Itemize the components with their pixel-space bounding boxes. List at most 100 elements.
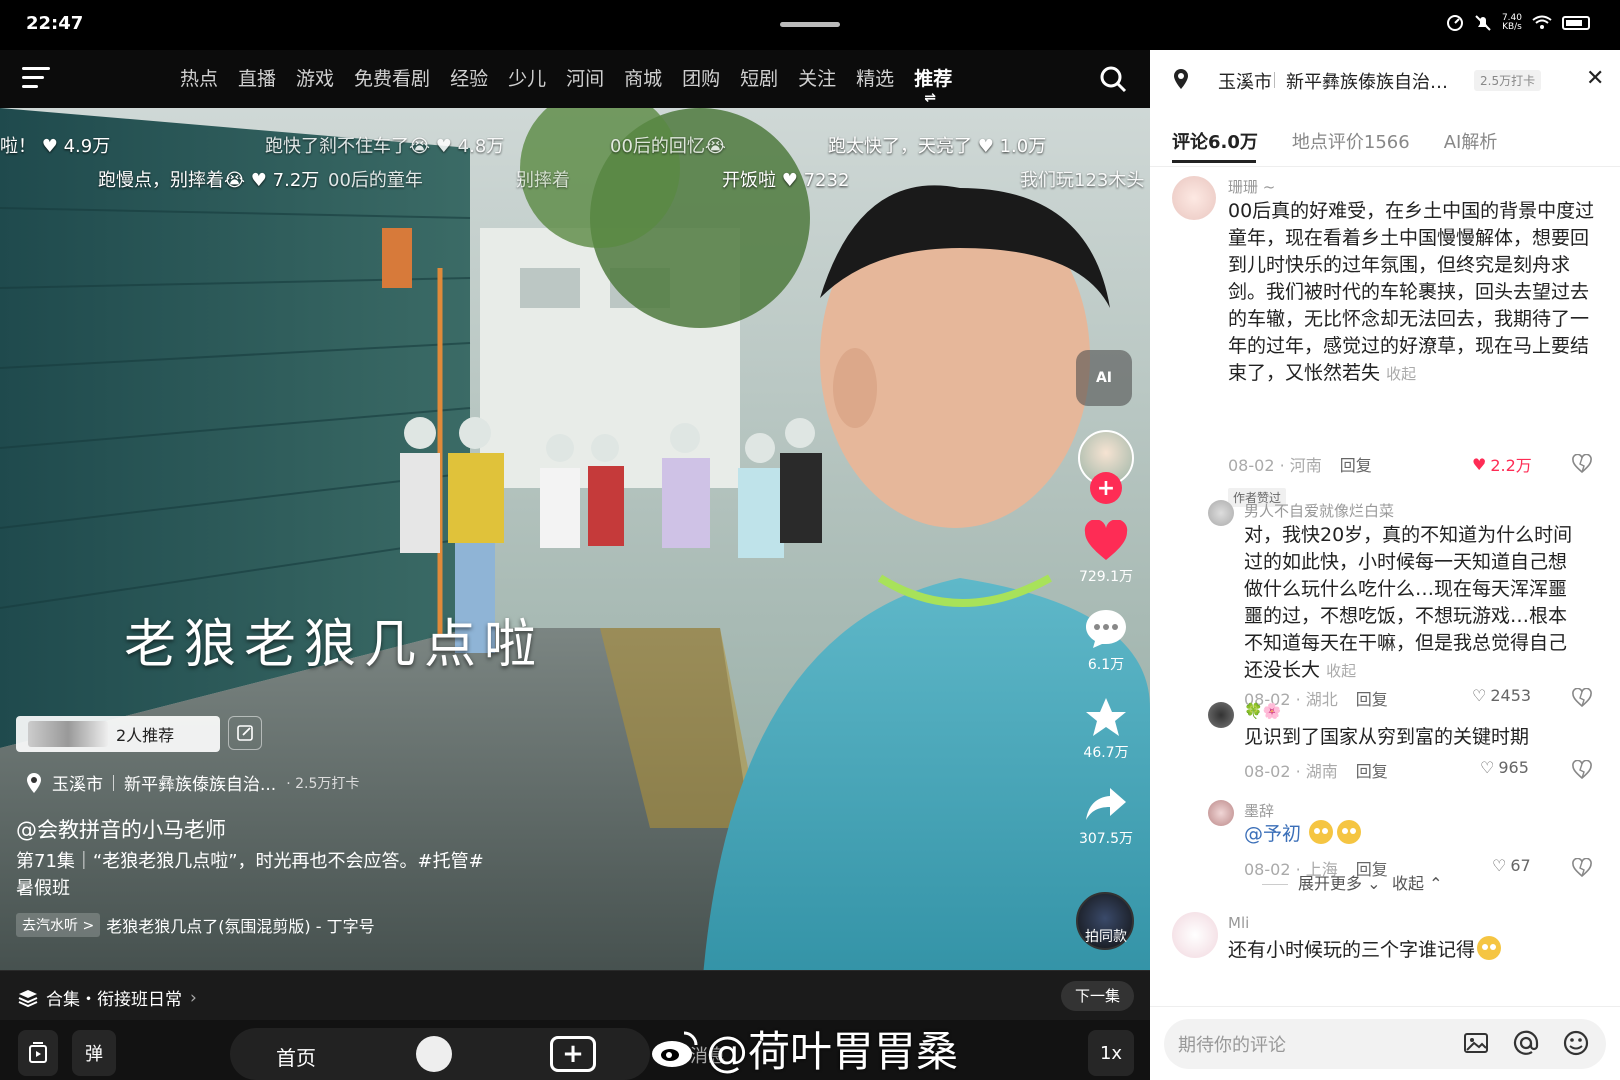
menu-icon[interactable] [22,67,50,89]
danmaku-item: 开饭啦 ♥ 7232 [722,170,850,191]
recommend-count: 2人推荐 [116,726,175,745]
share-button[interactable]: 307.5万 [1066,784,1146,848]
image-icon[interactable] [1462,1029,1490,1057]
panel-area[interactable]: 新平彝族傣族自治… [1286,68,1448,94]
tab-recommend[interactable]: 推荐 ⇌ [904,64,962,106]
tab-short-drama[interactable]: 短剧 [730,64,788,91]
tab-games[interactable]: 游戏 [286,64,344,91]
tab-ai-analysis[interactable]: AI解析 [1444,128,1498,154]
next-episode-button[interactable]: 下一集 [1060,981,1134,1011]
tab-following[interactable]: 关注 [788,64,846,91]
tab-place-reviews[interactable]: 地点评价1566 [1292,128,1410,154]
video-location[interactable]: 玉溪市 新平彝族傣族自治... · 2.5万打卡 [26,770,359,795]
add-video-button[interactable]: + [550,1036,596,1072]
music-line[interactable]: 去汽水听 > 老狼老狼几点了(氛围混剪版) - 丁字号 [16,912,375,938]
tab-live[interactable]: 直播 [228,64,286,91]
danmaku-item: 跑快了刹不住车了😭 ♥ 4.8万 [265,136,505,157]
comment-item: Mli 还有小时候玩的三个字谁记得 [1172,912,1612,972]
panel-city[interactable]: 玉溪市 [1218,68,1272,94]
speed-icon [1446,15,1463,31]
comment-button[interactable]: 6.1万 [1066,608,1146,674]
collapse-button[interactable]: 收起 ⌃ [1392,870,1443,894]
recommend-pill[interactable]: 2人推荐 [16,716,220,752]
comment-placeholder[interactable]: 期待你的评论 [1178,1031,1286,1057]
comment-meta: 08-02 · 湖南 回复 [1244,762,1388,781]
like-count: 729.1万 [1078,569,1134,585]
mention-icon[interactable] [1512,1029,1540,1057]
avatar[interactable] [1172,176,1216,220]
divider [1150,166,1620,167]
tab-local[interactable]: 河间 [556,64,614,91]
tab-kids[interactable]: 少儿 [498,64,556,91]
wifi-icon [1532,15,1552,29]
comment-like-button[interactable]: ♡ 67 [1492,856,1531,875]
search-icon[interactable] [1098,64,1128,94]
edit-icon[interactable] [228,716,262,750]
tab-comments[interactable]: 评论6.0万 [1172,128,1258,163]
tab-featured[interactable]: 精选 [846,64,904,91]
tab-mall[interactable]: 商城 [614,64,672,91]
tab-hot[interactable]: 热点 [170,64,228,91]
friend-avatar[interactable] [416,1036,452,1072]
heart-outline-icon: ♡ [1492,856,1507,875]
follow-button[interactable]: + [1090,472,1122,504]
pip-button[interactable] [18,1030,58,1076]
separator [1274,72,1275,88]
comment-text[interactable]: @予初 [1244,820,1584,848]
reply-button[interactable]: 回复 [1340,456,1372,475]
danmaku-toggle[interactable]: 弹 [72,1030,116,1076]
comment-count: 6.1万 [1087,657,1125,673]
close-icon[interactable]: ✕ [1586,66,1604,91]
comment-like-button[interactable]: ♥ 2.2万 [1472,452,1532,476]
mute-bell-icon [1475,15,1491,31]
avatar[interactable] [1172,912,1218,958]
reply-button[interactable]: 回复 [1356,762,1388,781]
danmaku-item: 别摔着 [516,170,570,191]
ai-button[interactable]: AI [1076,350,1132,406]
home-tab[interactable]: 首页 [276,1042,316,1071]
weibo-logo-icon [652,1031,698,1067]
music-source-tag[interactable]: 去汽水听 > [16,913,101,937]
favorite-button[interactable]: 46.7万 [1066,696,1146,762]
video-description: 第71集｜“老狼老狼几点啦”，时光再也不会应答。#托管#暑假班 [16,851,484,899]
like-button[interactable]: 729.1万 [1066,520,1146,586]
avatar[interactable] [1208,800,1234,826]
collection-bar[interactable]: 合集・衔接班日常 › 下一集 [0,970,1150,1020]
crying-emoji-icon [1337,820,1362,844]
speed-button[interactable]: 1x [1088,1030,1134,1076]
comment-author[interactable]: 男人不自爱就像烂白菜 [1244,500,1394,521]
heart-filled-icon: ♥ [1472,454,1487,474]
bottom-bar: 弹 首页 + 消息 1x [0,1020,1150,1080]
comment-like-button[interactable]: ♡ 965 [1480,758,1529,777]
dislike-icon[interactable] [1572,858,1592,878]
comment-author[interactable]: Mli [1228,914,1249,932]
video-player[interactable]: 热点 直播 游戏 免费看剧 经验 少儿 河间 商城 团购 短剧 关注 精选 推荐… [0,50,1150,1080]
heart-outline-icon: ♡ [1480,758,1495,777]
author-name[interactable]: @会教拼音的小马老师 [16,814,226,844]
reply-item: 🍀🌸 见识到了国家从穷到富的关键时期 08-02 · 湖南 回复 ♡ 965 [1208,702,1612,782]
top-navigation: 热点 直播 游戏 免费看剧 经验 少儿 河间 商城 团购 短剧 关注 精选 推荐… [0,50,1150,108]
fold-link[interactable]: 收起 [1326,662,1356,680]
fold-link[interactable]: 收起 [1386,365,1416,383]
danmaku-item: 我们玩123木头 [1020,170,1145,191]
tab-group-buy[interactable]: 团购 [672,64,730,91]
emoji-icon[interactable] [1562,1029,1590,1057]
share-icon [1086,788,1126,820]
dislike-icon[interactable] [1572,454,1592,474]
avatar[interactable] [1208,702,1234,728]
tab-free-drama[interactable]: 免费看剧 [344,64,440,91]
expand-more-button[interactable]: 展开更多 ⌄ [1262,870,1381,894]
status-icons: 7.40 KB/s [1446,14,1590,32]
drag-handle[interactable] [780,22,840,27]
crying-emoji-icon [1477,936,1502,960]
chevron-up-icon: ⌃ [1429,874,1443,893]
dislike-icon[interactable] [1572,760,1592,780]
location-pin-icon [27,772,41,793]
panel-header: 玉溪市 新平彝族傣族自治… 2.5万打卡 ✕ [1150,50,1620,108]
tab-experience[interactable]: 经验 [440,64,498,91]
checkin-count: · 2.5万打卡 [286,775,360,792]
comment-author[interactable]: 珊珊 ~ [1228,176,1275,197]
comment-author[interactable]: 🍀🌸 [1244,702,1281,720]
comment-author[interactable]: 墨辞 [1244,800,1274,821]
avatar[interactable] [1208,500,1234,526]
